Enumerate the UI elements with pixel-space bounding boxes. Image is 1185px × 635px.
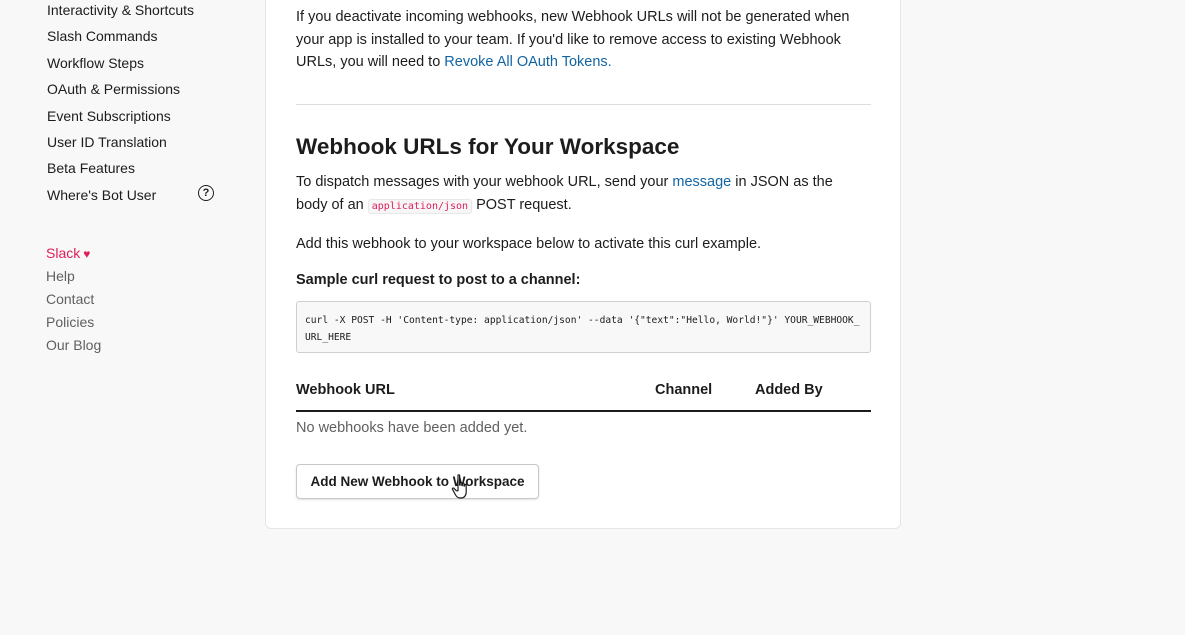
sidebar-item-label: Workflow Steps (47, 54, 144, 71)
footer-link-help[interactable]: Help (46, 266, 101, 289)
sidebar-item-label: User ID Translation (47, 133, 167, 150)
add-new-webhook-button[interactable]: Add New Webhook to Workspace (296, 464, 539, 499)
sidebar-item-label: OAuth & Permissions (47, 81, 181, 98)
sidebar-item-label: Interactivity & Shortcuts (47, 2, 195, 18)
webhooks-table: Webhook URL Channel Added By (296, 380, 871, 412)
sidebar-item-event-subscriptions[interactable]: Event Subscriptions (47, 106, 247, 132)
webhooks-empty-state: No webhooks have been added yet. (296, 420, 528, 436)
column-header-channel: Channel (655, 382, 713, 398)
column-header-added-by: Added By (755, 382, 823, 398)
dispatch-text-part-3: POST request. (472, 196, 572, 213)
footer-slack-label: Slack (46, 245, 81, 261)
sidebar-item-oauth-permissions[interactable]: OAuth & Permissions (47, 79, 247, 105)
add-webhook-hint: Add this webhook to your workspace below… (296, 236, 762, 252)
content-type-code: application/json (367, 198, 473, 214)
sidebar-item-user-id-translation[interactable]: User ID Translation (47, 132, 247, 158)
sample-curl-label: Sample curl request to post to a channel… (296, 272, 581, 288)
hand-pointer-cursor-icon (451, 474, 467, 499)
footer-link-slack[interactable]: Slack ♥ (46, 243, 101, 266)
sidebar-nav: Interactivity & Shortcuts Slash Commands… (47, 0, 247, 211)
sidebar-item-label: Slash Commands (47, 28, 158, 45)
dispatch-text-part-1: To dispatch messages with your webhook U… (296, 174, 673, 190)
webhooks-table-header: Webhook URL Channel Added By (296, 380, 871, 412)
footer-link-our-blog[interactable]: Our Blog (46, 335, 101, 358)
sidebar-item-workflow-steps[interactable]: Workflow Steps (47, 53, 247, 79)
section-divider (296, 104, 871, 105)
column-header-webhook-url: Webhook URL (296, 382, 395, 398)
sidebar-item-interactivity-shortcuts[interactable]: Interactivity & Shortcuts (47, 0, 247, 26)
sidebar-footer-links: Slack ♥ Help Contact Policies Our Blog (46, 243, 101, 358)
sidebar-item-label: Event Subscriptions (47, 107, 171, 124)
page: Interactivity & Shortcuts Slash Commands… (0, 0, 1185, 635)
revoke-oauth-tokens-link[interactable]: Revoke All OAuth Tokens. (444, 54, 611, 70)
incoming-webhooks-card (265, 0, 901, 529)
section-title: Webhook URLs for Your Workspace (296, 134, 680, 159)
help-circle-icon[interactable]: ? (198, 184, 214, 201)
sidebar-nav-list: Interactivity & Shortcuts Slash Commands… (47, 0, 247, 211)
sidebar-item-label: Beta Features (47, 160, 135, 177)
deactivate-info-text: If you deactivate incoming webhooks, new… (296, 6, 856, 74)
curl-example-code-block[interactable]: curl -X POST -H 'Content-type: applicati… (296, 301, 871, 353)
sidebar-item-beta-features[interactable]: Beta Features (47, 158, 247, 184)
sidebar-item-label: Where's Bot User (47, 186, 157, 203)
footer-link-contact[interactable]: Contact (46, 289, 101, 312)
sidebar-item-slash-commands[interactable]: Slash Commands (47, 26, 247, 52)
dispatch-info-text: To dispatch messages with your webhook U… (296, 171, 856, 218)
message-docs-link[interactable]: message (672, 174, 731, 190)
footer-link-policies[interactable]: Policies (46, 312, 101, 335)
heart-icon: ♥ (83, 247, 91, 261)
sidebar-item-wheres-bot-user[interactable]: Where's Bot User ? (47, 184, 247, 211)
